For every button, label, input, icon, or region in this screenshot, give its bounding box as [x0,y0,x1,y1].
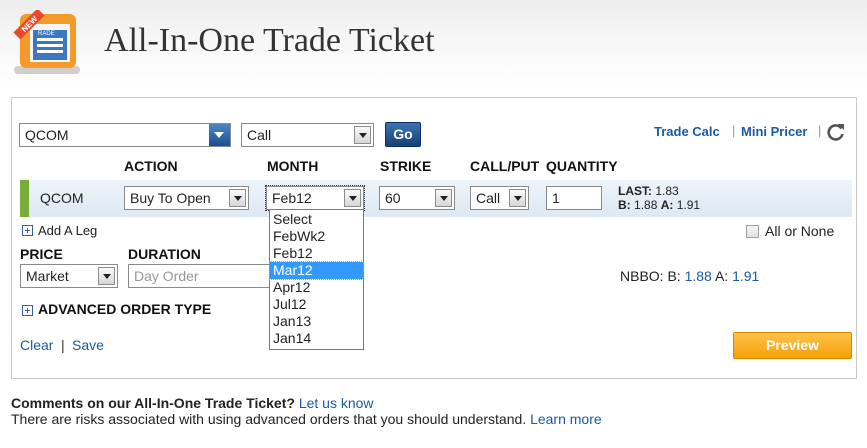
chevron-down-icon[interactable] [344,189,361,207]
trade-calc-link[interactable]: Trade Calc [654,124,720,139]
comments-line: Comments on our All-In-One Trade Ticket?… [11,395,374,411]
clear-link[interactable]: Clear [20,337,53,353]
chevron-down-icon[interactable] [435,189,452,207]
add-leg-link[interactable]: Add A Leg [38,223,97,238]
price-value: Market [26,268,69,284]
price-select[interactable]: Market [20,264,118,288]
option-type-value: Call [247,127,272,143]
month-option[interactable]: Select [270,211,363,228]
quantity-input[interactable]: 1 [546,186,602,210]
last-value: 1.83 [655,184,679,198]
chevron-down-icon[interactable] [509,189,526,207]
top-link-separator: | [818,123,822,138]
column-header-call-put: CALL/PUT [470,158,540,174]
option-type-select[interactable]: Call [241,123,374,147]
month-value: Feb12 [272,190,312,206]
let-us-know-link[interactable]: Let us know [299,395,374,411]
column-header-month: MONTH [267,158,319,174]
nbbo-ask-label: A: [714,268,729,284]
nbbo-ask-value: 1.91 [732,268,760,284]
nbbo-bid-label: B: [667,268,681,284]
duration-placeholder: Day Order [134,268,199,284]
month-option[interactable]: Apr12 [270,279,363,296]
month-option[interactable]: Feb12 [270,245,363,262]
month-option[interactable]: FebWk2 [270,228,363,245]
call-put-value: Call [476,190,501,206]
risk-text: There are risks associated with using ad… [11,411,527,427]
nbbo-bid-value: 1.88 [684,268,712,284]
month-option[interactable]: Jul12 [270,296,363,313]
symbol-dropdown-arrow-icon[interactable] [209,124,230,146]
ask-label: A: [660,198,674,212]
clear-save-separator: | [61,337,65,353]
comments-text: Comments on our All-In-One Trade Ticket? [11,395,295,411]
preview-button[interactable]: Preview [733,332,852,359]
action-value: Buy To Open [130,190,211,206]
add-leg-plus-icon[interactable] [22,225,33,236]
go-button[interactable]: Go [385,122,421,147]
month-option[interactable]: Jan13 [270,313,363,330]
trade-ticket-logo-icon: RADE NEW [13,10,80,74]
learn-more-link[interactable]: Learn more [530,411,602,427]
duration-label: DURATION [128,246,201,262]
save-link[interactable]: Save [72,337,104,353]
mini-pricer-link[interactable]: Mini Pricer [741,124,807,139]
column-header-quantity: QUANTITY [546,158,618,174]
chevron-down-icon[interactable] [229,189,246,207]
month-option[interactable]: Jan14 [270,330,363,347]
ask-value: 1.91 [676,198,701,212]
refresh-icon[interactable] [826,122,846,142]
symbol-input[interactable]: QCOM [19,123,231,147]
all-or-none-checkbox[interactable] [746,225,759,238]
month-select[interactable]: Feb12 [265,185,365,211]
quantity-value: 1 [552,190,560,206]
price-label: PRICE [20,246,63,262]
strike-select[interactable]: 60 [379,186,455,210]
leg-last-quote: LAST: 1.83 [618,184,679,198]
month-dropdown-list[interactable]: Select FebWk2 Feb12 Mar12 Apr12 Jul12 Ja… [269,209,364,350]
duration-select[interactable]: Day Order [128,264,270,288]
call-put-select[interactable]: Call [470,186,529,210]
strike-value: 60 [385,190,401,206]
bid-value: 1.88 [634,198,658,212]
month-option-highlighted[interactable]: Mar12 [269,261,364,280]
bid-label: B: [618,198,631,212]
chevron-down-icon[interactable] [98,267,115,285]
nbbo-quote: NBBO: B: 1.88 A: 1.91 [620,268,759,284]
leg-symbol: QCOM [40,190,84,206]
advanced-order-plus-icon[interactable] [22,305,33,316]
nbbo-label: NBBO: [620,268,664,284]
column-header-action: ACTION [124,158,178,174]
last-label: LAST: [618,184,652,198]
risk-line: There are risks associated with using ad… [11,411,602,427]
top-link-separator: | [732,123,736,138]
logo-caption: RADE [38,31,55,37]
symbol-input-value: QCOM [25,127,69,143]
all-or-none-label: All or None [765,223,835,239]
page-title: All-In-One Trade Ticket [104,22,435,59]
advanced-order-type-toggle[interactable]: ADVANCED ORDER TYPE [38,301,211,317]
leg-row-accent [20,180,29,217]
leg-bid-ask-quote: B: 1.88 A: 1.91 [618,198,700,212]
chevron-down-icon[interactable] [354,126,371,144]
column-header-strike: STRIKE [380,158,432,174]
action-select[interactable]: Buy To Open [124,186,249,210]
